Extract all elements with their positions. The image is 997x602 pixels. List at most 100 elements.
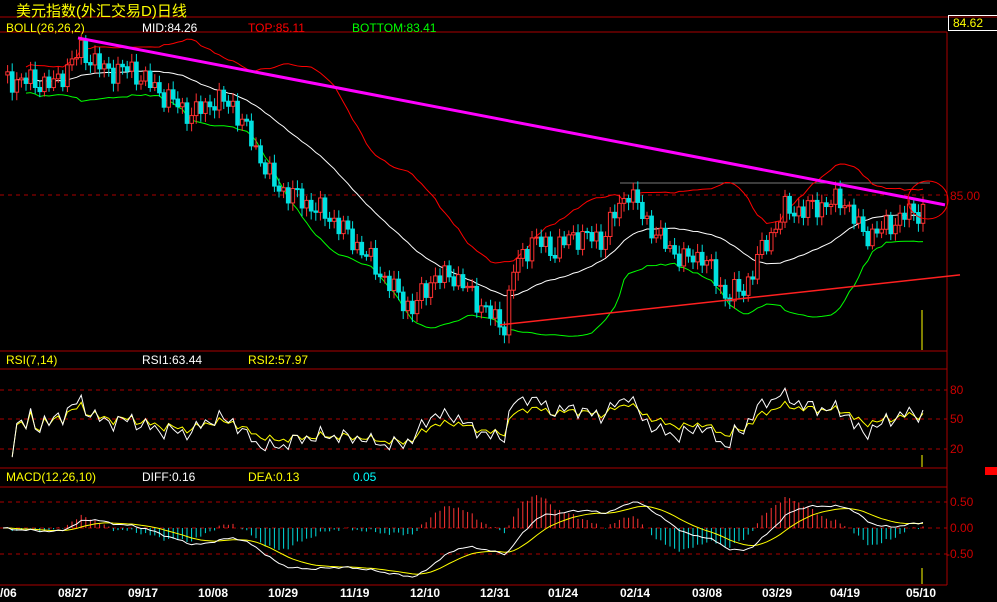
candle-down: [377, 273, 383, 278]
candle-down: [299, 188, 305, 209]
candle-down: [722, 284, 728, 299]
candle-down: [313, 210, 319, 213]
candle-up: [391, 278, 397, 292]
candle-up: [782, 195, 788, 223]
chart-title: 美元指数(外汇交易D)日线: [16, 3, 187, 20]
candle-up: [594, 231, 599, 242]
candle-down: [451, 276, 457, 287]
candle-up: [456, 274, 461, 287]
candle-up: [203, 101, 208, 114]
candle-down: [460, 274, 466, 289]
candle-up: [543, 236, 549, 247]
candle-down: [285, 187, 291, 204]
candle-down: [676, 253, 682, 267]
macd-diff: DIFF:0.16: [142, 470, 196, 484]
cursor-price-box: 84.62: [948, 15, 997, 31]
candle-up: [433, 275, 438, 284]
candle-down: [134, 61, 139, 85]
candle-down: [801, 206, 806, 218]
candle-down: [446, 265, 452, 278]
candle-up: [810, 199, 815, 202]
candle-down: [46, 76, 52, 89]
candle-up: [557, 236, 562, 259]
candle-up: [515, 257, 521, 273]
candle-down: [911, 203, 917, 214]
candle-up: [630, 189, 636, 203]
candle-down: [584, 231, 590, 234]
candle-up: [267, 162, 273, 175]
candle-up: [492, 309, 498, 319]
candle-down: [635, 189, 641, 203]
candle-up: [847, 204, 852, 207]
candle-up: [920, 203, 926, 224]
candle-down: [483, 305, 489, 308]
candle-down: [787, 195, 792, 214]
candle-down: [713, 259, 719, 286]
candle-up: [755, 253, 760, 280]
candle-up: [341, 220, 346, 235]
macd-tick: 0.00: [950, 521, 974, 535]
boll-top: TOP:85.11: [248, 21, 305, 35]
date-label: 08/27: [58, 586, 89, 600]
macd-tick: -0.50: [946, 547, 974, 561]
candle-up: [414, 299, 420, 315]
candle-up: [893, 224, 898, 235]
candle-down: [690, 255, 696, 263]
candle-up: [189, 115, 194, 124]
candle-up: [819, 202, 825, 218]
candle-up: [115, 63, 121, 84]
support-trendline: [499, 274, 961, 326]
rsi1-value: RSI1:63.44: [142, 353, 203, 367]
stock-chart[interactable]: 美元指数(外汇交易D)日线 84.62 BOLL(26,26,2) MID:84…: [0, 0, 997, 602]
candle-up: [216, 89, 222, 111]
candle-down: [916, 212, 921, 224]
candle-down: [9, 71, 15, 93]
candle-up: [239, 118, 245, 126]
candle-down: [161, 92, 167, 108]
candle-up: [681, 248, 687, 267]
candle-up: [773, 228, 779, 234]
candle-up: [695, 251, 700, 263]
candle-down: [874, 228, 880, 234]
candle-up: [653, 234, 659, 239]
candle-up: [19, 77, 24, 81]
candle-up: [28, 69, 33, 84]
candle-up: [658, 227, 664, 236]
candle-up: [152, 82, 158, 89]
candle-up: [143, 70, 148, 82]
candle-down: [350, 228, 355, 251]
rsi2-value: RSI2:57.97: [248, 353, 309, 367]
candle-down: [837, 188, 843, 209]
candle-down: [410, 300, 415, 315]
candle-down: [373, 247, 378, 275]
candle-up: [281, 187, 286, 192]
candle-down: [276, 185, 282, 192]
candle-down: [32, 69, 38, 88]
candle-down: [640, 201, 645, 219]
date-label: 12/10: [410, 586, 441, 600]
candle-down: [198, 101, 204, 114]
candle-up: [442, 265, 447, 283]
rsi-tick: 20: [950, 442, 964, 456]
candle-down: [147, 70, 153, 89]
candle-down: [598, 231, 604, 250]
candle-down: [106, 63, 112, 69]
candle-up: [166, 89, 171, 108]
candle-down: [851, 204, 857, 224]
candle-down: [552, 254, 558, 259]
candle-down: [124, 66, 130, 72]
chart-canvas[interactable]: [0, 0, 997, 602]
candle-up: [805, 200, 811, 218]
candle-down: [860, 216, 866, 232]
resistance-trendline: [77, 36, 946, 207]
boll-mid: MID:84.26: [142, 21, 198, 35]
candle-down: [212, 106, 217, 111]
candle-up: [55, 73, 61, 80]
candle-down: [175, 98, 181, 108]
candle-up: [74, 57, 79, 60]
candle-down: [649, 215, 654, 239]
macd-dea: DEA:0.13: [248, 470, 300, 484]
candle-up: [69, 58, 75, 66]
candle-up: [607, 211, 613, 238]
candle-up: [78, 39, 84, 59]
